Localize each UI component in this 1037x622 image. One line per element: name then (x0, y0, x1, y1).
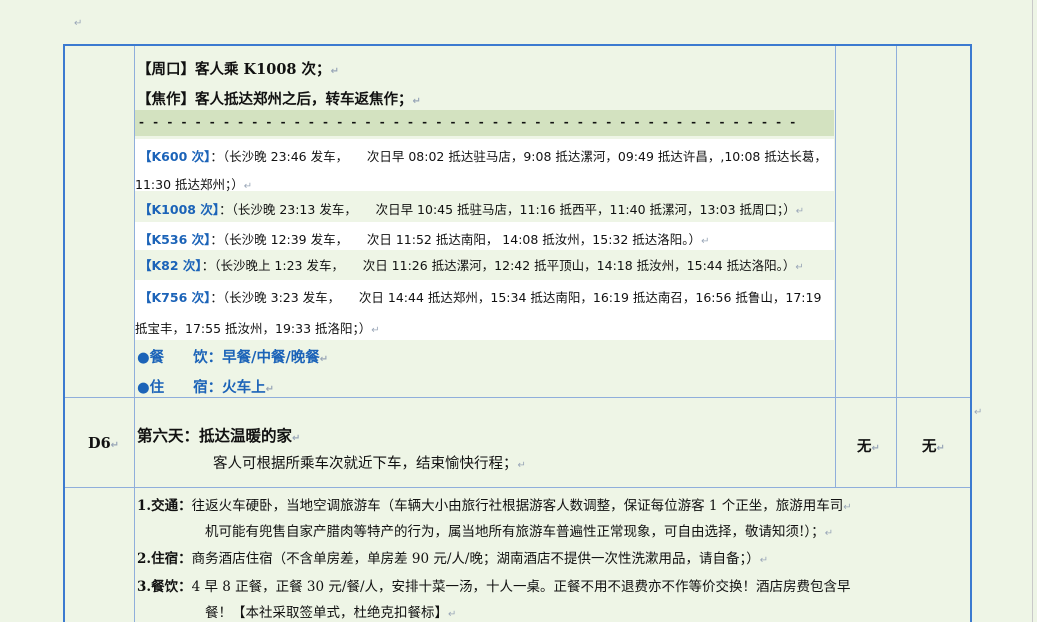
note-transport-cont: 机可能有兜售自家产腊肉等特产的行为，属当地所有旅游车普遍性正常现象，可自由选择，… (205, 524, 834, 540)
day6-col3-value: 无↵ (857, 438, 880, 455)
day6-col4-value: 无↵ (922, 438, 945, 455)
row-divider-1 (65, 397, 970, 398)
note-meals: 3.餐饮：4 早 8 正餐，正餐 30 元/餐/人，安排十菜一汤，十人一桌。正餐… (137, 579, 851, 595)
row-divider-2 (65, 487, 970, 488)
page-edge (1032, 0, 1033, 622)
zhoukou-line: 【周口】客人乘 K1008 次；↵ (137, 61, 339, 78)
paragraph-mark: ↵ (74, 18, 83, 29)
jiaozuo-line: 【焦作】客人抵达郑州之后，转车返焦作；↵ (137, 91, 421, 108)
dash-separator-row: - - - - - - - - - - - - - - - - - - - - … (135, 110, 834, 136)
train-row-k600: 【K600 次】：（长沙晚 23:46 发车， 次日早 08:02 抵达驻马店，… (135, 139, 834, 192)
table-left-border (63, 44, 65, 622)
col-divider-2 (835, 46, 836, 488)
train-row-k1008: 【K1008 次】：（长沙晚 23:13 发车， 次日早 10:45 抵驻马店，… (135, 192, 834, 220)
meals-line: ●餐 饮：早餐/中餐/晚餐↵ (137, 349, 329, 366)
note-transport: 1.交通：往返火车硬卧，当地空调旅游车（车辆大小由旅行社根据游客人数调整，保证每… (137, 498, 852, 514)
row-end-mark: ↵ (974, 407, 983, 418)
train-row-k756: 【K756 次】：（长沙晚 3:23 发车， 次日 14:44 抵达郑州，15:… (135, 280, 834, 340)
table-right-border (970, 44, 972, 622)
train-row-k82: 【K82 次】：（长沙晚上 1:23 发车， 次日 11:26 抵达漯河，12:… (135, 250, 834, 278)
note-meals-cont: 餐！【本社采取签单式，杜绝克扣餐标】↵ (205, 605, 457, 621)
day-label: D6↵ (88, 435, 120, 452)
day-title: 第六天：抵达温暖的家↵ (137, 426, 301, 445)
lodging-line: ●住 宿：火车上↵ (137, 379, 275, 396)
day-description: 客人可根据所乘车次就近下车，结束愉快行程；↵ (213, 456, 526, 472)
note-lodging: 2.住宿：商务酒店住宿（不含单房差，单房差 90 元/人/晚；湖南酒店不提供一次… (137, 551, 769, 567)
col-divider-3 (896, 46, 897, 488)
train-row-k536: 【K536 次】：（长沙晚 12:39 发车， 次日 11:52 抵达南阳， 1… (135, 222, 834, 250)
